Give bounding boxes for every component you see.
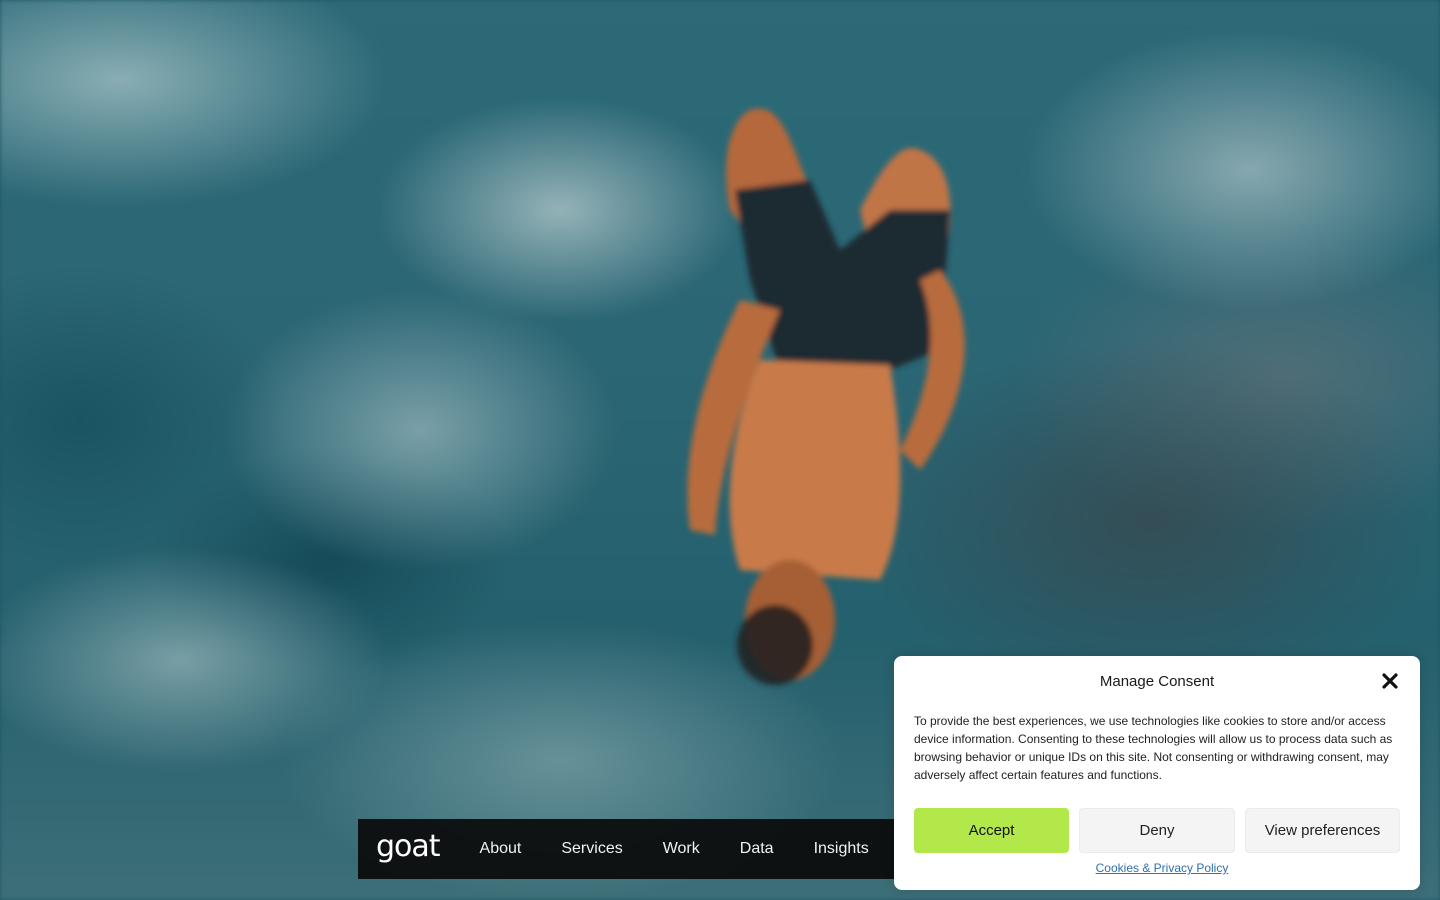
- cliff-diver-image: [687, 108, 965, 685]
- view-preferences-button[interactable]: View preferences: [1245, 808, 1400, 853]
- consent-dialog: Manage Consent To provide the best exper…: [894, 656, 1420, 890]
- nav-link-work[interactable]: Work: [663, 840, 700, 858]
- accept-button[interactable]: Accept: [914, 808, 1069, 853]
- nav-link-data[interactable]: Data: [740, 840, 774, 858]
- consent-message: To provide the best experiences, we use …: [914, 714, 1393, 782]
- page: goat About Services Work Data Insights M…: [0, 0, 1440, 900]
- privacy-policy-link[interactable]: Cookies & Privacy Policy: [894, 861, 1430, 875]
- nav-link-about[interactable]: About: [480, 840, 522, 858]
- nav-link-services[interactable]: Services: [561, 840, 622, 858]
- bottom-nav-bar: goat About Services Work Data Insights: [358, 819, 918, 879]
- goat-logo[interactable]: goat: [376, 832, 441, 862]
- nav-link-insights[interactable]: Insights: [814, 840, 869, 858]
- deny-button[interactable]: Deny: [1079, 808, 1235, 853]
- consent-title: Manage Consent: [1099, 673, 1215, 690]
- close-icon[interactable]: [1380, 671, 1400, 691]
